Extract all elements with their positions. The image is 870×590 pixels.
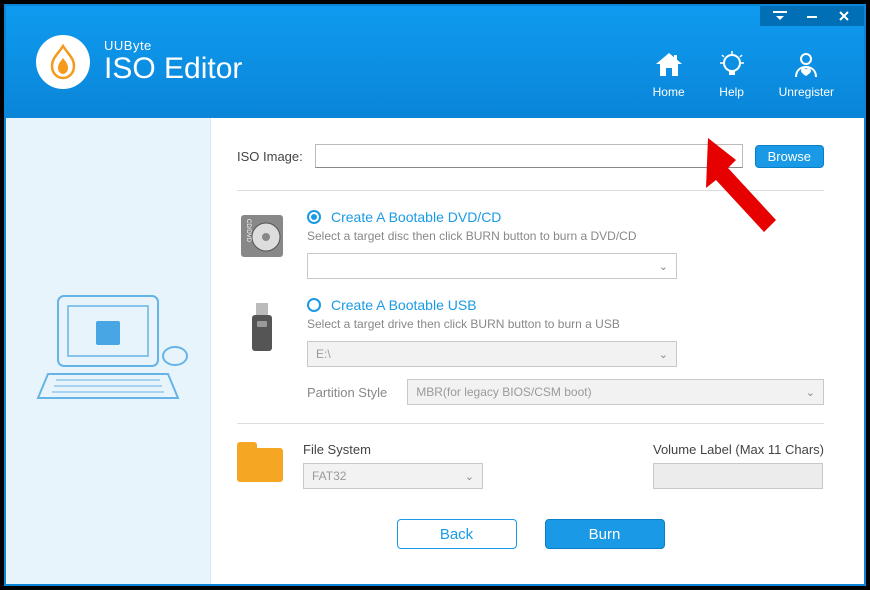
nav-help-label: Help [719, 85, 744, 99]
usb-icon [237, 297, 287, 355]
partition-style-value: MBR(for legacy BIOS/CSM boot) [416, 385, 591, 399]
window-controls [760, 6, 864, 26]
app-header: UUByte ISO Editor Home [6, 6, 864, 118]
user-heart-icon [792, 51, 820, 79]
header-nav: Home Help [653, 25, 834, 99]
brand: UUByte ISO Editor [36, 35, 242, 89]
sidebar [6, 118, 211, 584]
burn-button[interactable]: Burn [545, 519, 665, 549]
browse-button[interactable]: Browse [755, 145, 824, 168]
laptop-illustration-icon [28, 286, 188, 416]
partition-row: Partition Style MBR(for legacy BIOS/CSM … [307, 379, 824, 405]
filesystem-label: File System [303, 442, 483, 457]
chevron-down-icon: ⌄ [465, 470, 474, 483]
chevron-down-icon: ⌄ [806, 386, 815, 399]
divider [237, 423, 824, 424]
chevron-down-icon: ⌄ [659, 260, 668, 273]
iso-image-input[interactable] [315, 144, 743, 168]
app-window: UUByte ISO Editor Home [4, 4, 866, 586]
radio-usb[interactable]: Create A Bootable USB [307, 297, 824, 313]
chevron-down-icon: ⌄ [659, 348, 668, 361]
close-button[interactable] [836, 8, 852, 24]
back-button[interactable]: Back [397, 519, 517, 549]
titlebar-dropdown-icon[interactable] [772, 8, 788, 24]
radio-dvd-indicator [307, 210, 321, 224]
svg-text:CD/DVD: CD/DVD [245, 219, 251, 243]
option-usb-hint: Select a target drive then click BURN bu… [307, 317, 824, 331]
partition-style-select: MBR(for legacy BIOS/CSM boot) ⌄ [407, 379, 824, 405]
option-usb: Create A Bootable USB Select a target dr… [237, 297, 824, 405]
nav-home[interactable]: Home [653, 51, 685, 99]
lightbulb-icon [719, 51, 745, 79]
filesystem-row: File System FAT32 ⌄ Volume Label (Max 11… [237, 442, 824, 489]
divider [237, 190, 824, 191]
brand-sub: UUByte [104, 39, 242, 53]
dvd-icon: CD/DVD [237, 209, 287, 259]
action-buttons: Back Burn [237, 519, 824, 549]
body: ISO Image: Browse CD/DVD [6, 118, 864, 584]
flame-logo-icon [36, 35, 90, 89]
radio-dvd[interactable]: Create A Bootable DVD/CD [307, 209, 824, 225]
brand-text: UUByte ISO Editor [104, 39, 242, 84]
iso-image-row: ISO Image: Browse [237, 144, 824, 168]
minimize-button[interactable] [804, 8, 820, 24]
option-dvd-title: Create A Bootable DVD/CD [331, 209, 501, 225]
option-dvd: CD/DVD Create A Bootable DVD/CD Select a… [237, 209, 824, 279]
brand-main: ISO Editor [104, 53, 242, 85]
filesystem-value: FAT32 [312, 469, 346, 483]
option-dvd-hint: Select a target disc then click BURN but… [307, 229, 824, 243]
folder-icon [237, 448, 283, 482]
nav-unregister-label: Unregister [779, 85, 834, 99]
home-icon [654, 51, 684, 79]
partition-label: Partition Style [307, 385, 387, 400]
usb-drive-select: E:\ ⌄ [307, 341, 677, 367]
dvd-target-select[interactable]: ⌄ [307, 253, 677, 279]
filesystem-select: FAT32 ⌄ [303, 463, 483, 489]
nav-home-label: Home [653, 85, 685, 99]
iso-image-label: ISO Image: [237, 149, 303, 164]
volume-label-heading: Volume Label (Max 11 Chars) [653, 442, 824, 457]
volume-label-input [653, 463, 823, 489]
option-usb-title: Create A Bootable USB [331, 297, 477, 313]
usb-drive-value: E:\ [316, 347, 331, 361]
nav-unregister[interactable]: Unregister [779, 51, 834, 99]
nav-help[interactable]: Help [719, 51, 745, 99]
main-panel: ISO Image: Browse CD/DVD [211, 118, 864, 584]
radio-usb-indicator [307, 298, 321, 312]
